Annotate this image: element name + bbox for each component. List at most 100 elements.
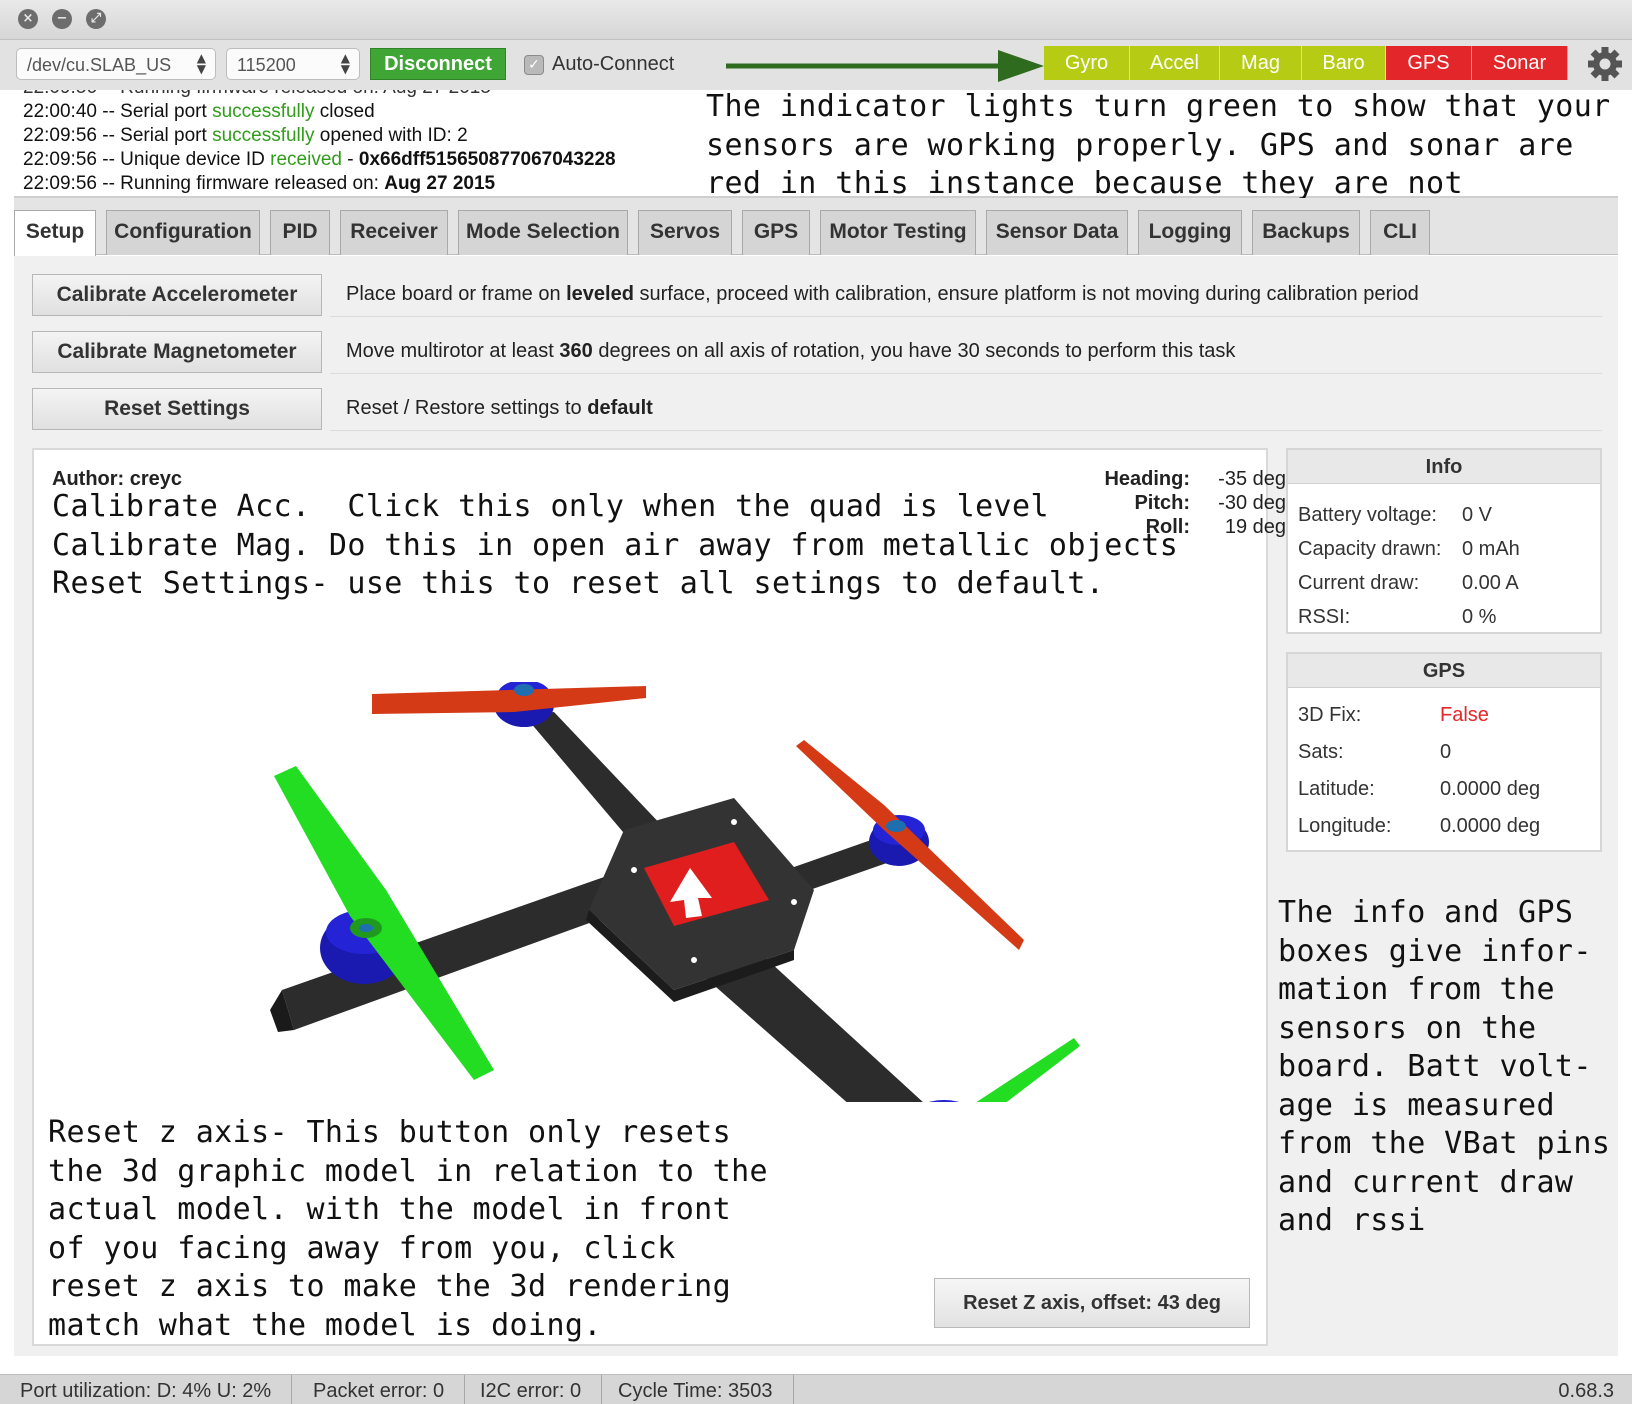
port-select-value: /dev/cu.SLAB_US bbox=[27, 55, 172, 75]
log-line: 22:09:56 -- Serial port successfully ope… bbox=[23, 124, 694, 148]
log-line-time: 22:09:56 bbox=[23, 125, 97, 146]
gps-label: Longitude: bbox=[1298, 815, 1392, 837]
sensor-indicator-mag: Mag bbox=[1220, 46, 1302, 80]
calibrate-magnetometer-button[interactable]: Calibrate Magnetometer bbox=[32, 331, 322, 373]
i2c-error: I2C error: 0 bbox=[460, 1375, 603, 1404]
gps-label: 3D Fix: bbox=[1298, 704, 1362, 726]
gps-panel-title: GPS bbox=[1288, 654, 1600, 688]
window-titlebar: × − ⤢ bbox=[0, 0, 1632, 40]
connection-toolbar: /dev/cu.SLAB_US ▲ ▼ 115200 ▲ ▼ Disconnect … bbox=[0, 40, 1632, 90]
log-line-time: 22:09:56 bbox=[23, 173, 97, 194]
annotation-calibration-notes: Calibrate Acc. Click this only when the … bbox=[52, 489, 1179, 601]
port-utilization: Port utilization: D: 4% U: 2% bbox=[0, 1375, 293, 1404]
motor-top-left bbox=[372, 682, 646, 727]
info-label: Capacity drawn: bbox=[1298, 538, 1442, 560]
info-label: Battery voltage: bbox=[1298, 504, 1437, 526]
motor-right bbox=[796, 740, 1024, 950]
tab-bar: Setup Configuration PID Receiver Mode Select… bbox=[14, 198, 1618, 256]
divider bbox=[330, 316, 1602, 317]
disconnect-button[interactable]: Disconnect bbox=[370, 48, 506, 80]
info-label: Current draw: bbox=[1298, 572, 1420, 594]
quadcopter-3d-model bbox=[270, 682, 1080, 1102]
motor-left bbox=[274, 766, 494, 1080]
roll-value: 19 deg bbox=[1224, 516, 1286, 538]
baud-select[interactable]: 115200 ▲ ▼ bbox=[226, 48, 360, 80]
log-line-pre: -- Running firmware released on: bbox=[96, 173, 385, 194]
log-line-partial: 22:09:56 -- Running firmware released on… bbox=[23, 90, 694, 100]
reset-settings-button[interactable]: Reset Settings bbox=[32, 388, 322, 430]
heading-value: -35 deg bbox=[1218, 468, 1286, 490]
tab-motor-testing[interactable]: Motor Testing bbox=[820, 210, 976, 255]
tab-configuration[interactable]: Configuration bbox=[106, 210, 260, 255]
divider bbox=[330, 373, 1602, 374]
gps-panel: GPS 3D Fix: False Sats: 0 Latitude: 0.0000 de… bbox=[1286, 652, 1602, 852]
log-line: 22:00:40 -- Serial port successfully clo… bbox=[23, 100, 694, 124]
tab-setup[interactable]: Setup bbox=[14, 210, 96, 256]
sensor-indicator-sonar: Sonar bbox=[1472, 46, 1568, 80]
gps-label: Sats: bbox=[1298, 741, 1344, 763]
tab-mode-selection[interactable]: Mode Selection bbox=[458, 210, 628, 255]
sensor-indicator-accel: Accel bbox=[1130, 46, 1220, 80]
auto-connect-checkbox[interactable]: ✓ bbox=[524, 55, 544, 75]
app-version: 0.68.3 bbox=[1558, 1380, 1614, 1402]
log-line-post: closed bbox=[314, 101, 375, 122]
info-value: 0 V bbox=[1462, 504, 1493, 526]
log-panel: 22:09:56 -- Running firmware released on… bbox=[14, 90, 694, 196]
gear-icon[interactable] bbox=[1585, 44, 1625, 84]
baud-select-value: 115200 bbox=[237, 55, 296, 75]
gps-value: 0 bbox=[1440, 741, 1452, 763]
calibrate-magnetometer-description: Move multirotor at least 360 degrees on … bbox=[346, 340, 1236, 362]
port-select[interactable]: /dev/cu.SLAB_US ▲ ▼ bbox=[16, 48, 216, 80]
info-panel-title: Info bbox=[1288, 450, 1600, 484]
calibrate-accelerometer-button[interactable]: Calibrate Accelerometer bbox=[32, 274, 322, 316]
log-line-highlight: received bbox=[270, 149, 342, 170]
gps-label: Latitude: bbox=[1298, 778, 1375, 800]
log-line-highlight: successfully bbox=[212, 101, 315, 122]
annotation-reset-z-axis: Reset z axis- This button only resets th… bbox=[48, 1115, 768, 1343]
tab-servos[interactable]: Servos bbox=[638, 210, 732, 255]
log-line-time: 22:09:56 bbox=[23, 149, 97, 170]
pitch-value: -30 deg bbox=[1218, 492, 1286, 514]
arrow-right-icon bbox=[726, 50, 1044, 82]
tab-receiver[interactable]: Receiver bbox=[340, 210, 448, 255]
auto-connect-label: Auto-Connect bbox=[552, 53, 675, 75]
reset-z-axis-button[interactable]: Reset Z axis, offset: 43 deg bbox=[934, 1278, 1250, 1328]
info-value: 0 % bbox=[1462, 606, 1497, 628]
sensor-indicator-gps: GPS bbox=[1386, 46, 1472, 80]
log-line-time: 22:00:40 bbox=[23, 101, 97, 122]
info-value: 0.00 A bbox=[1462, 572, 1519, 594]
tab-pid[interactable]: PID bbox=[270, 210, 330, 255]
info-label: RSSI: bbox=[1298, 606, 1351, 628]
tab-sensor-data[interactable]: Sensor Data bbox=[986, 210, 1128, 255]
tab-cli[interactable]: CLI bbox=[1370, 210, 1430, 255]
sensor-indicator-gyro: Gyro bbox=[1044, 46, 1130, 80]
info-panel: Info Battery voltage: 0 V Capacity drawn: 0… bbox=[1286, 448, 1602, 634]
tab-gps[interactable]: GPS bbox=[742, 210, 810, 255]
minimize-icon[interactable]: − bbox=[52, 9, 72, 29]
tab-backups[interactable]: Backups bbox=[1252, 210, 1360, 255]
log-line-bold: 0x66dff515650877067043228 bbox=[358, 149, 616, 170]
gps-value: 0.0000 deg bbox=[1440, 815, 1541, 837]
log-line-post: opened with ID: 2 bbox=[314, 125, 468, 146]
fullscreen-icon[interactable]: ⤢ bbox=[86, 9, 106, 29]
reset-settings-description: Reset / Restore settings to default bbox=[346, 397, 653, 419]
log-line: 22:09:56 -- Running firmware released on… bbox=[23, 172, 694, 196]
divider bbox=[330, 430, 1602, 431]
tab-logging[interactable]: Logging bbox=[1138, 210, 1242, 255]
log-line: 22:09:56 -- Unique device ID received - … bbox=[23, 148, 694, 172]
status-bar: Port utilization: D: 4% U: 2% Packet err… bbox=[0, 1374, 1632, 1404]
log-line-post: - bbox=[341, 149, 359, 170]
info-value: 0 mAh bbox=[1462, 538, 1520, 560]
packet-error: Packet error: 0 bbox=[293, 1375, 466, 1404]
gps-value: False bbox=[1440, 704, 1489, 726]
log-line-pre: -- Unique device ID bbox=[96, 149, 271, 170]
select-arrows-icon: ▲ ▼ bbox=[340, 51, 350, 76]
cycle-time: Cycle Time: 3503 bbox=[598, 1375, 794, 1404]
log-line-pre: -- Serial port bbox=[96, 101, 213, 122]
log-line-highlight: successfully bbox=[212, 125, 315, 146]
log-line-pre: -- Serial port bbox=[96, 125, 213, 146]
gps-value: 0.0000 deg bbox=[1440, 778, 1541, 800]
annotation-info-gps: The info and GPS boxes give infor-mation… bbox=[1278, 895, 1611, 1238]
close-icon[interactable]: × bbox=[18, 9, 38, 29]
select-arrows-icon: ▲ ▼ bbox=[196, 51, 206, 76]
